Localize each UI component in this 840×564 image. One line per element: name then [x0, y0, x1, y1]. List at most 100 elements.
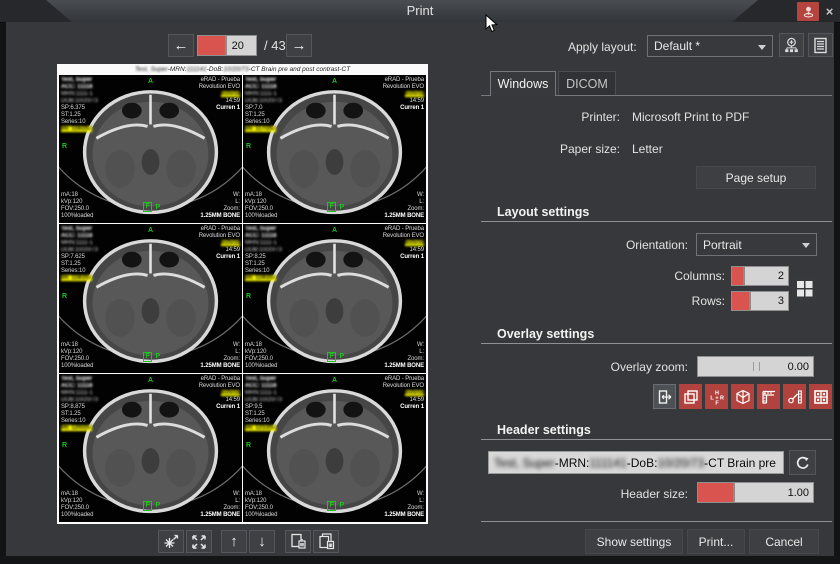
- header-text-input[interactable]: Test, Super-MRN:111141-DoB:10/20/73-CT B…: [488, 451, 784, 474]
- page-setup-button[interactable]: Page setup: [696, 166, 816, 189]
- window-label: W:: [200, 192, 240, 199]
- columns-slider[interactable]: 2: [731, 266, 789, 286]
- orientation-cube-button[interactable]: [731, 384, 754, 409]
- orientation-select[interactable]: Portrait: [696, 233, 817, 256]
- mrn: MRN:1111-1: [245, 240, 282, 247]
- header-settings-title: Header settings: [497, 423, 591, 437]
- shrink-overlays-button[interactable]: [158, 530, 184, 553]
- patient-name: Test, Super: [245, 376, 282, 383]
- field-of-view: FOV:250.0: [245, 206, 277, 213]
- move-page-up-button[interactable]: ↑: [221, 530, 247, 553]
- ct-image-cell[interactable]: Test, Super ACC: 11118 MRN:1111-1 DOB:10…: [59, 374, 242, 522]
- slice-position: SP:9.5: [245, 404, 282, 411]
- study-date: 6/25/18: [221, 390, 240, 396]
- ct-image-cell[interactable]: Test, Super ACC: 11118 MRN:1111-1 DOB:10…: [243, 224, 426, 372]
- overlay-top-left: Test, Super ACC: 11118 MRN:1111-1 DOB:10…: [245, 226, 282, 282]
- slice-position: SP:8.875: [61, 404, 98, 411]
- rows-slider[interactable]: 3: [731, 291, 789, 311]
- ct-image-cell[interactable]: Test, Super ACC: 11118 MRN:1111-1 DOB:10…: [59, 224, 242, 372]
- reset-header-button[interactable]: [789, 450, 816, 475]
- flip-posterior-marker: F P: [327, 501, 344, 511]
- dob: DOB:10/20/73: [61, 247, 98, 254]
- preview-header-name: Test, Super: [135, 66, 168, 73]
- tube-voltage: kVp:120: [61, 498, 93, 505]
- overlay-stack-button[interactable]: [679, 384, 702, 409]
- overlay-toggle-button[interactable]: [653, 384, 676, 409]
- slice-thickness: ST:1.25: [61, 261, 98, 268]
- right-marker: R: [62, 293, 67, 300]
- field-of-view: FOV:250.0: [61, 356, 93, 363]
- field-of-view: FOV:250.0: [245, 505, 277, 512]
- rows-label: Rows:: [480, 294, 725, 308]
- patient-orientation-button[interactable]: H L + R F: [705, 384, 728, 409]
- overlay-top-right: eRAD - Prueba Revolution EVO 6/25/18 14:…: [383, 376, 424, 411]
- apply-layout-select[interactable]: Default *: [647, 35, 773, 57]
- tube-voltage: kVp:120: [61, 349, 93, 356]
- close-button[interactable]: ×: [821, 2, 838, 21]
- header-size-slider[interactable]: 1.00: [697, 482, 814, 503]
- overlay-zoom-label: Overlay zoom:: [480, 360, 688, 374]
- ct-image-cell[interactable]: Test, Super ACC: 11118 MRN:1111-1 DOB:10…: [59, 75, 242, 223]
- preview-grid: Test, Super ACC: 11118 MRN:1111-1 DOB:10…: [59, 75, 426, 522]
- tube-voltage: kVp:120: [61, 199, 93, 206]
- tube-current: mA:18: [61, 491, 93, 498]
- study-time: 14:59: [199, 397, 240, 404]
- facility: eRAD - Prueba: [199, 77, 240, 84]
- next-page-button[interactable]: →: [286, 34, 312, 57]
- fit-preview-button[interactable]: [186, 530, 212, 553]
- header-input-dob-label: -DoB:: [627, 456, 658, 470]
- overlay-zoom-slider[interactable]: 0.00: [697, 356, 814, 377]
- posterior-marker: P: [339, 353, 344, 360]
- apply-layout-label: Apply layout:: [568, 40, 637, 54]
- right-marker: R: [62, 143, 67, 150]
- print-button[interactable]: Print...: [687, 529, 745, 554]
- ct-image-cell[interactable]: Test, Super ACC: 11118 MRN:1111-1 DOB:10…: [243, 75, 426, 223]
- ruler-button[interactable]: [757, 384, 780, 409]
- save-layout-button[interactable]: [779, 33, 804, 57]
- delete-page-button[interactable]: [285, 530, 311, 553]
- delete-page-icon: [290, 533, 307, 550]
- tab-dicom[interactable]: DICOM: [558, 71, 616, 95]
- loaded-status: 100%loaded: [245, 213, 277, 220]
- ct-image-cell[interactable]: Test, Super ACC: 11118 MRN:1111-1 DOB:10…: [243, 374, 426, 522]
- printer-label: Printer:: [480, 110, 620, 124]
- posterior-marker: P: [155, 204, 160, 211]
- header-size-value: 1.00: [788, 483, 809, 502]
- zoom-label: Zoom:: [384, 356, 424, 363]
- prev-page-button[interactable]: ←: [168, 34, 194, 57]
- show-settings-button[interactable]: Show settings: [585, 529, 683, 554]
- window-preset: 1.25MM BONE: [200, 363, 240, 370]
- dob: DOB:10/20/73: [245, 98, 282, 105]
- window-preset: 1.25MM BONE: [384, 363, 424, 370]
- grid-layout-button[interactable]: [792, 276, 816, 301]
- patient-name: Test, Super: [61, 77, 98, 84]
- stack-icon: [683, 389, 699, 405]
- posterior-marker: P: [155, 353, 160, 360]
- accession: ACC: 11118: [245, 383, 282, 390]
- flip-marker: F: [327, 501, 336, 511]
- slice-thickness: ST:1.25: [245, 112, 282, 119]
- study-date: 6/25/18: [405, 240, 424, 246]
- header-input-mrn-label: -MRN:: [555, 456, 590, 470]
- scanner-model: Revolution EVO: [383, 84, 424, 91]
- overlay-top-right: eRAD - Prueba Revolution EVO 6/25/18 14:…: [383, 77, 424, 112]
- grid-table-button[interactable]: [809, 384, 832, 409]
- field-of-view: FOV:250.0: [61, 505, 93, 512]
- probe-button[interactable]: [783, 384, 806, 409]
- study-time: 14:59: [383, 247, 424, 254]
- page-slider-fill: [198, 36, 227, 55]
- tab-windows[interactable]: Windows: [490, 71, 556, 96]
- patient-orientation-icon: H L + R F: [709, 389, 725, 405]
- delete-all-pages-button[interactable]: [313, 530, 339, 553]
- move-page-down-button[interactable]: ↓: [249, 530, 275, 553]
- grid-icon: [796, 280, 813, 297]
- accession: ACC: 11118: [61, 233, 98, 240]
- support-pin-button[interactable]: [797, 2, 819, 21]
- facility: eRAD - Prueba: [383, 376, 424, 383]
- overlay-top-left: Test, Super ACC: 11118 MRN:1111-1 DOB:10…: [245, 77, 282, 133]
- cancel-button[interactable]: Cancel: [749, 529, 819, 554]
- layout-list-button[interactable]: [808, 33, 833, 57]
- page-number-slider[interactable]: 20: [197, 35, 257, 56]
- overlay-bottom-left: mA:18 kVp:120 FOV:250.0 100%loaded: [61, 192, 93, 220]
- accession: ACC: 11118: [61, 84, 98, 91]
